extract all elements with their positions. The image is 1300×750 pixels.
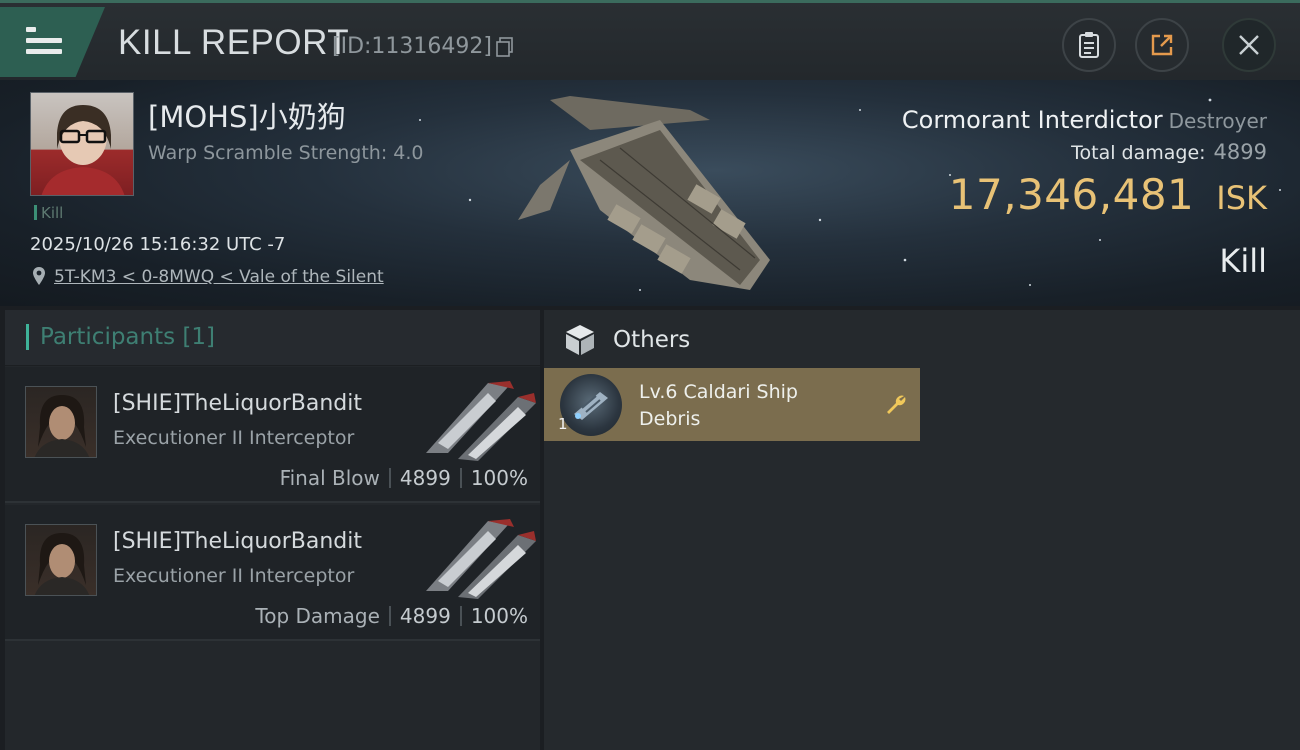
participant-ship-image	[426, 381, 536, 461]
participants-title: Participants [1]	[40, 324, 215, 350]
wrench-icon[interactable]	[884, 392, 908, 416]
isk-value: 17,346,481 ISK	[949, 170, 1267, 219]
page-title: KILL REPORT	[118, 23, 350, 62]
total-damage: Total damage: 4899	[1071, 140, 1267, 164]
menu-button[interactable]	[0, 7, 105, 77]
isk-amount: 17,346,481	[948, 170, 1195, 219]
participant-avatar[interactable]	[25, 386, 97, 458]
close-button[interactable]	[1222, 18, 1276, 72]
participant-ship: Executioner II Interceptor	[113, 427, 355, 449]
menu-icon	[26, 27, 62, 60]
total-damage-value: 4899	[1213, 140, 1267, 164]
victim-avatar[interactable]	[30, 92, 134, 196]
kill-tag: Kill	[34, 204, 63, 222]
participant-role: Final Blow	[279, 466, 380, 490]
participant-percent: 100%	[470, 604, 528, 628]
participant-stats: Top Damage 4899 100%	[255, 604, 528, 628]
report-id: [ID:11316492]	[332, 34, 492, 59]
others-title: Others	[613, 327, 691, 353]
participants-panel: Participants [1] [SHIE]TheLiquorBandit E…	[5, 310, 540, 750]
loot-item[interactable]: 1 Lv.6 Caldari Ship Debris	[544, 368, 920, 441]
victim-name[interactable]: [MOHS]小奶狗	[148, 94, 346, 136]
participant-row[interactable]: [SHIE]TheLiquorBandit Executioner II Int…	[5, 505, 540, 641]
participant-percent: 100%	[470, 466, 528, 490]
participant-row[interactable]: [SHIE]TheLiquorBandit Executioner II Int…	[5, 367, 540, 503]
participant-damage: 4899	[399, 604, 451, 628]
participant-damage: 4899	[399, 466, 451, 490]
participant-ship-image	[426, 519, 536, 599]
participants-header: Participants [1]	[5, 310, 540, 366]
ship-class: Destroyer	[1168, 109, 1267, 133]
clipboard-button[interactable]	[1062, 18, 1116, 72]
header-bar: KILL REPORT [ID:11316492]	[0, 0, 1300, 80]
ship-name[interactable]: Cormorant Interdictor	[902, 106, 1163, 134]
share-icon	[1151, 34, 1173, 56]
accent-bar	[26, 324, 29, 350]
total-damage-label: Total damage:	[1071, 142, 1206, 164]
ship-debris-icon	[560, 374, 622, 436]
cargo-box-icon	[566, 325, 594, 355]
share-button[interactable]	[1135, 18, 1189, 72]
others-panel: Others 1 Lv.6 Caldari Ship Debris	[544, 310, 1300, 750]
clipboard-icon	[1079, 32, 1099, 58]
kill-result: Kill	[1219, 242, 1267, 280]
close-icon	[1239, 35, 1259, 55]
participant-name[interactable]: [SHIE]TheLiquorBandit	[113, 529, 362, 554]
participant-role: Top Damage	[255, 604, 380, 628]
item-quantity: 1	[558, 415, 568, 433]
victim-ship-image	[518, 96, 770, 290]
location-pin-icon	[33, 267, 45, 285]
kill-summary-banner: [MOHS]小奶狗 Warp Scramble Strength: 4.0 Ki…	[0, 80, 1300, 306]
participant-name[interactable]: [SHIE]TheLiquorBandit	[113, 391, 362, 416]
item-name: Lv.6 Caldari Ship Debris	[639, 381, 798, 430]
location-link[interactable]: 5T-KM3 < 0-8MWQ < Vale of the Silent	[54, 267, 384, 287]
victim-ship: Cormorant Interdictor Destroyer	[902, 106, 1267, 134]
participant-ship: Executioner II Interceptor	[113, 565, 355, 587]
kill-timestamp: 2025/10/26 15:16:32 UTC -7	[30, 234, 286, 255]
participant-stats: Final Blow 4899 100%	[280, 466, 528, 490]
copy-icon[interactable]	[496, 37, 514, 57]
warp-scramble-strength: Warp Scramble Strength: 4.0	[148, 142, 424, 164]
participant-avatar[interactable]	[25, 524, 97, 596]
isk-unit: ISK	[1216, 179, 1267, 217]
